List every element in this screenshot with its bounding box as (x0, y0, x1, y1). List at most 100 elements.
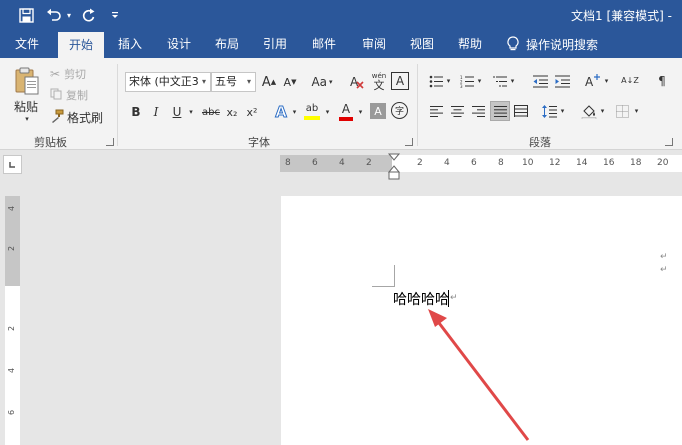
save-icon[interactable] (16, 6, 36, 24)
shrink-font-button[interactable]: A ▼ (282, 73, 298, 91)
bullets-icon[interactable] (428, 72, 444, 90)
font-group-label: 字体 (248, 136, 270, 149)
tab-file[interactable]: 文件 (8, 30, 46, 58)
paste-button[interactable]: 粘贴 (8, 98, 44, 114)
ruler-tick-label: 2 (7, 245, 17, 252)
vertical-ruler[interactable]: 4 2 2 4 6 (5, 196, 20, 445)
borders-icon[interactable] (614, 103, 630, 119)
phonetic-bottom: 文 (373, 79, 385, 92)
align-right-icon[interactable] (471, 103, 486, 119)
line-spacing-icon[interactable] (541, 103, 557, 119)
superscript-button[interactable]: x² (244, 103, 260, 121)
highlight-dropdown-icon[interactable]: ▾ (323, 103, 332, 121)
chevron-down-icon[interactable]: ▾ (198, 73, 210, 91)
tab-selector[interactable] (3, 155, 22, 174)
ruler-tick-label: 4 (444, 158, 450, 168)
scissors-icon: ✂ (50, 67, 61, 81)
asian-layout-dropdown-icon[interactable]: ▾ (602, 72, 611, 90)
highlight-button[interactable]: ab (302, 101, 322, 123)
tab-view[interactable]: 视图 (403, 30, 441, 58)
tab-review[interactable]: 审阅 (355, 30, 393, 58)
tab-home[interactable]: 开始 (58, 32, 104, 58)
underline-dropdown-icon[interactable]: ▾ (186, 103, 196, 121)
subscript-button[interactable]: x₂ (224, 103, 240, 121)
bold-button[interactable]: B (129, 103, 143, 121)
tab-layout[interactable]: 布局 (208, 30, 246, 58)
align-center-icon[interactable] (450, 103, 465, 119)
line-spacing-dropdown-icon[interactable]: ▾ (558, 103, 567, 119)
undo-dropdown-icon[interactable]: ▾ (64, 6, 74, 24)
paragraph-shading-icon[interactable] (580, 101, 598, 121)
grow-font-label: A (261, 74, 271, 90)
cut-button[interactable]: ✂ 剪切 (50, 66, 86, 82)
shading-dropdown-icon[interactable]: ▾ (598, 103, 607, 119)
text-effects-dropdown-icon[interactable]: ▾ (290, 103, 299, 121)
italic-button[interactable]: I (149, 103, 163, 121)
font-size-value: 五号 (215, 75, 237, 88)
horizontal-ruler[interactable]: 8 6 4 2 2 4 6 8 10 12 14 16 18 20 (280, 155, 682, 172)
character-border-button[interactable]: A (391, 72, 409, 90)
ruler-tick-label: 18 (630, 158, 642, 168)
tab-insert[interactable]: 插入 (111, 30, 149, 58)
paste-dropdown-icon[interactable]: ▾ (21, 114, 33, 124)
font-color-button[interactable]: A (337, 101, 355, 123)
svg-text:3: 3 (460, 84, 463, 88)
clear-formatting-icon[interactable]: A (348, 72, 366, 92)
font-name-combo[interactable]: 宋体 (中文正3 ▾ (125, 72, 211, 92)
numbering-dropdown-icon[interactable]: ▾ (475, 72, 484, 90)
ruler-tick-label: 6 (7, 409, 17, 416)
copy-button[interactable]: 复制 (50, 87, 88, 103)
format-painter-icon (50, 109, 64, 126)
align-left-icon[interactable] (429, 103, 444, 119)
sort-button[interactable]: A↓Z (621, 70, 639, 92)
character-shading-button[interactable]: A (370, 103, 386, 119)
clipboard-launcher-icon[interactable] (106, 138, 114, 146)
justify-icon[interactable] (490, 101, 510, 121)
distributed-icon[interactable] (513, 103, 529, 119)
customize-icon[interactable] (108, 6, 122, 24)
ruler-tick-label: 2 (366, 158, 372, 168)
ruler-tick-label: 16 (603, 158, 615, 168)
ruler-tick-label: 4 (7, 367, 17, 374)
multilevel-dropdown-icon[interactable]: ▾ (508, 72, 517, 90)
borders-dropdown-icon[interactable]: ▾ (632, 103, 641, 119)
grow-font-button[interactable]: A ▲ (261, 73, 277, 91)
shrink-font-label: A (283, 75, 292, 89)
increase-indent-icon[interactable] (554, 72, 571, 90)
numbering-icon[interactable]: 123 (459, 72, 475, 90)
tab-references[interactable]: 引用 (256, 30, 294, 58)
asian-layout-icon[interactable]: A (584, 72, 602, 90)
tab-mailings[interactable]: 邮件 (305, 30, 343, 58)
chevron-down-icon[interactable]: ▾ (243, 73, 255, 91)
document-title: 文档1 [兼容模式] - (571, 9, 672, 23)
paragraph-launcher-icon[interactable] (665, 138, 673, 146)
font-launcher-icon[interactable] (405, 138, 413, 146)
highlight-color-bar (304, 116, 320, 120)
redo-icon[interactable] (80, 6, 98, 24)
paste-icon[interactable] (13, 66, 41, 96)
undo-icon[interactable] (44, 6, 64, 24)
tab-design[interactable]: 设计 (160, 30, 198, 58)
margin-corner-mark (372, 265, 395, 287)
bullets-dropdown-icon[interactable]: ▾ (444, 72, 453, 90)
underline-button[interactable]: U (170, 103, 184, 121)
decrease-indent-icon[interactable] (532, 72, 549, 90)
multilevel-list-icon[interactable] (492, 72, 508, 90)
tell-me-search[interactable]: 操作说明搜索 (507, 30, 598, 58)
enclose-characters-button[interactable]: 字 (391, 102, 408, 119)
tab-help[interactable]: 帮助 (451, 30, 489, 58)
strikethrough-button[interactable]: abc (200, 103, 222, 121)
text-effects-button[interactable]: A (272, 102, 290, 122)
ruler-tick-label: 6 (312, 158, 318, 168)
tell-me-label: 操作说明搜索 (526, 37, 599, 52)
change-case-button[interactable]: Aa ▾ (306, 73, 338, 91)
ribbon: 粘贴 ▾ ✂ 剪切 复制 格式刷 剪贴板 宋体 (中文正3 ▾ 五号 ▾ A ▲… (0, 58, 682, 150)
font-size-combo[interactable]: 五号 ▾ (211, 72, 256, 92)
title-bar: ▾ 文档1 [兼容模式] - (0, 0, 682, 30)
phonetic-guide-button[interactable]: wén 文 (370, 70, 388, 94)
font-color-dropdown-icon[interactable]: ▾ (356, 103, 365, 121)
format-painter-button[interactable]: 格式刷 (50, 109, 103, 125)
indent-marker-icon[interactable] (387, 152, 401, 182)
font-name-value: 宋体 (中文正3 (129, 75, 199, 88)
show-marks-icon[interactable]: ¶ (655, 72, 669, 90)
